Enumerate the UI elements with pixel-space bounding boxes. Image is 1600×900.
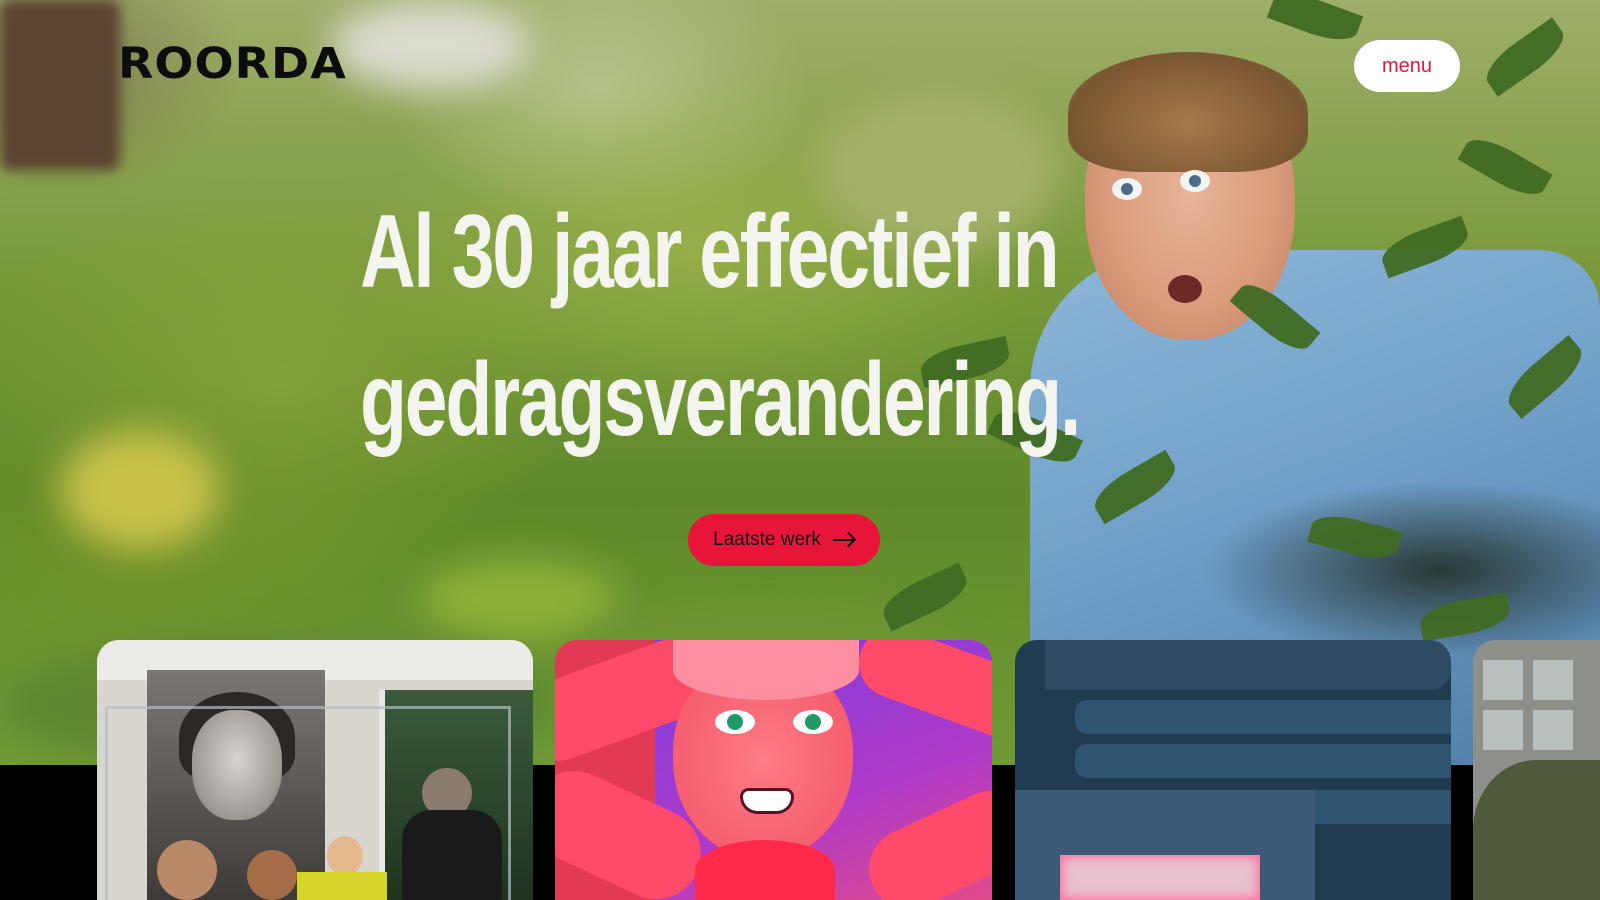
hero-headline-line-1: Al 30 jaar effectief in bbox=[360, 194, 1060, 310]
hero-headline-line-2: gedragsverandering. bbox=[360, 342, 1081, 458]
person-hair bbox=[1068, 52, 1308, 172]
project-card-1[interactable] bbox=[97, 640, 533, 900]
site-logo[interactable]: ROORDA bbox=[118, 42, 347, 84]
project-card-4[interactable] bbox=[1473, 640, 1600, 900]
latest-work-label: Laatste werk bbox=[713, 529, 821, 550]
latest-work-button[interactable]: Laatste werk bbox=[688, 514, 880, 566]
project-card-3[interactable] bbox=[1015, 640, 1451, 900]
arrow-right-icon bbox=[832, 533, 855, 547]
menu-button[interactable]: menu bbox=[1354, 40, 1460, 92]
building-screen bbox=[1060, 855, 1260, 900]
project-card-2[interactable] bbox=[555, 640, 992, 900]
hero-headline: Al 30 jaar effectief in gedragsveranderi… bbox=[360, 178, 1081, 474]
